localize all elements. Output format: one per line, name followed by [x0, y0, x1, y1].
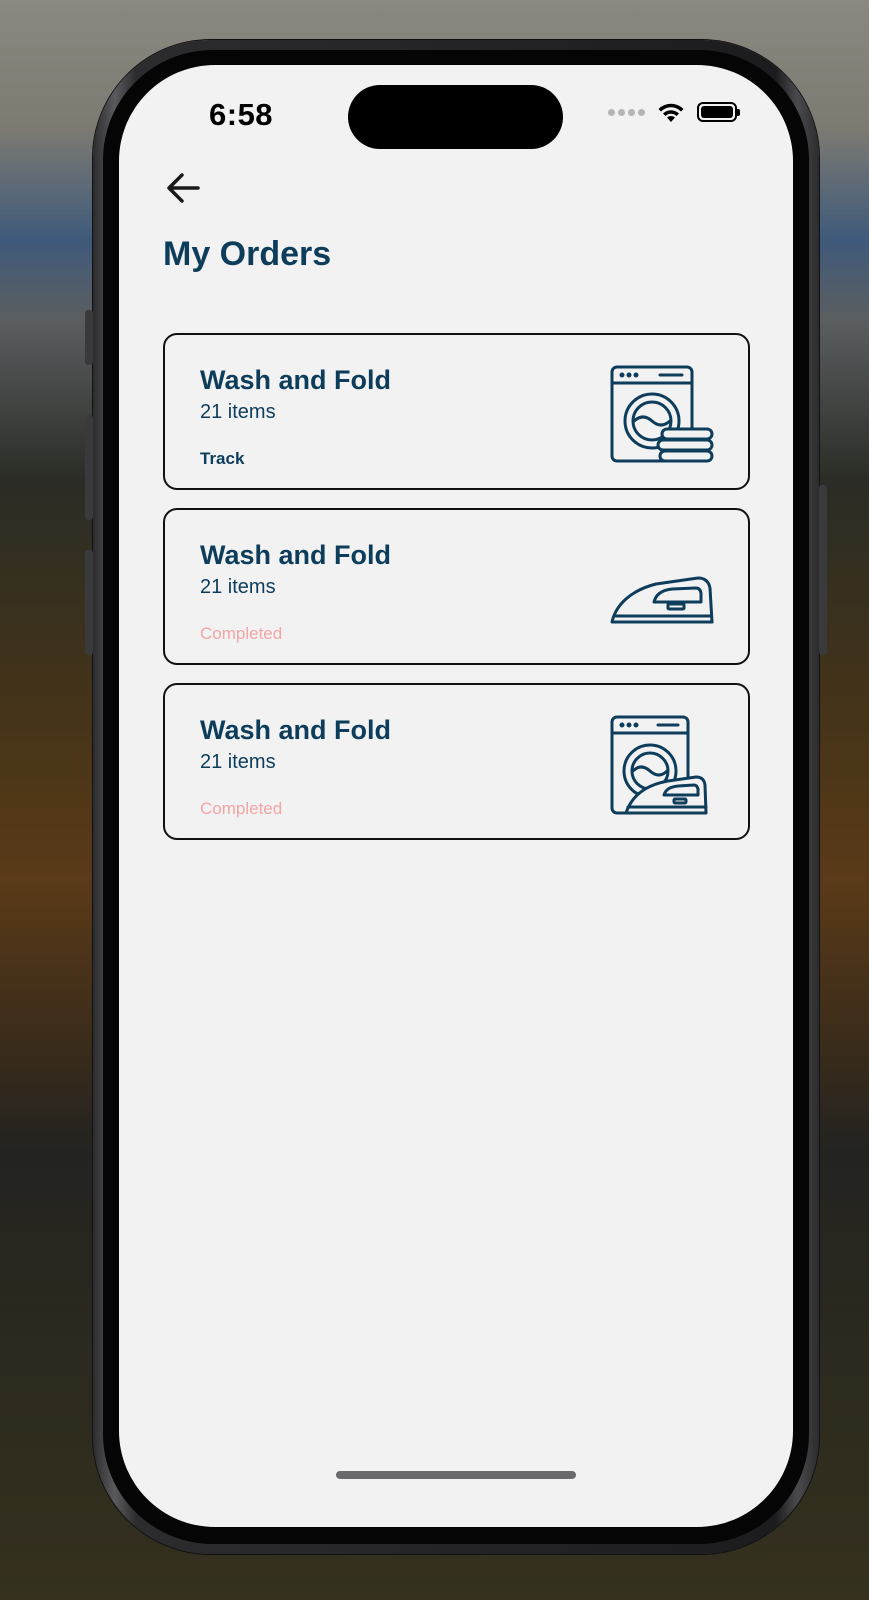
back-button[interactable]	[163, 168, 203, 208]
home-indicator[interactable]	[336, 1471, 576, 1479]
order-title: Wash and Fold	[200, 715, 391, 745]
order-item-count: 21 items	[200, 576, 276, 598]
order-title: Wash and Fold	[200, 540, 391, 570]
page-title: My Orders	[163, 235, 332, 273]
order-item-count: 21 items	[200, 401, 276, 423]
phone-volume-down-button	[85, 550, 93, 655]
order-card[interactable]: Wash and Fold 21 items Completed	[163, 683, 750, 840]
order-list: Wash and Fold 21 items Track Wash and Fo…	[163, 333, 750, 858]
order-card[interactable]: Wash and Fold 21 items Completed	[163, 508, 750, 665]
washing-machine-towels-icon	[610, 365, 714, 463]
battery-icon	[697, 102, 740, 122]
iron-icon	[610, 576, 714, 624]
phone-power-button	[819, 485, 827, 655]
phone-side-button	[85, 310, 93, 365]
cellular-signal-icon	[608, 108, 645, 116]
order-title: Wash and Fold	[200, 365, 391, 395]
arrow-left-icon	[167, 173, 200, 203]
washing-machine-iron-icon	[610, 715, 708, 815]
order-status-badge: Completed	[200, 624, 283, 643]
order-item-count: 21 items	[200, 751, 276, 773]
order-card[interactable]: Wash and Fold 21 items Track	[163, 333, 750, 490]
status-bar-time: 6:58	[209, 97, 274, 132]
track-order-link[interactable]: Track	[200, 449, 244, 469]
dynamic-island	[348, 85, 563, 149]
order-status-badge: Completed	[200, 799, 283, 818]
status-bar-indicators	[608, 101, 740, 123]
phone-volume-up-button	[85, 415, 93, 520]
app-screen: 6:58 My Orders Wash and Fold 21 items Tr…	[119, 65, 793, 1527]
wifi-icon	[658, 103, 684, 122]
